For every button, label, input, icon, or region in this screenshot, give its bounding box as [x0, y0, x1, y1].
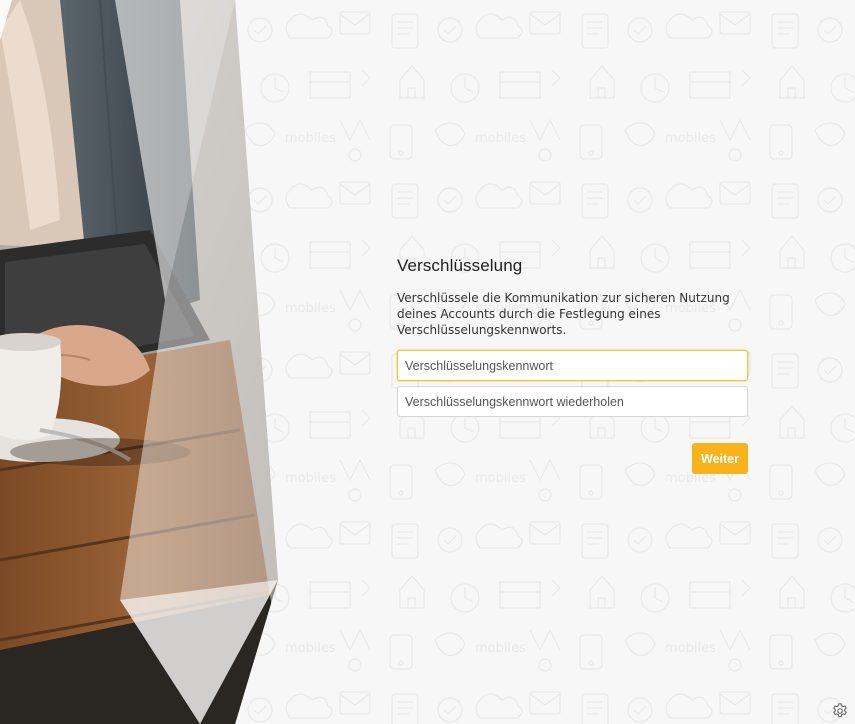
gear-icon[interactable]: [831, 702, 849, 720]
next-button[interactable]: Weiter: [692, 443, 748, 474]
hero-photo: [0, 0, 290, 724]
page-title: Verschlüsselung: [397, 256, 523, 275]
form-description: Verschlüssele die Kommunikation zur sich…: [397, 291, 730, 337]
encryption-password-repeat-input[interactable]: [397, 386, 748, 417]
encryption-password-input[interactable]: [397, 350, 748, 381]
form-actions: Weiter: [397, 443, 748, 474]
encryption-form: Verschlüsselung Verschlüssele die Kommun…: [397, 256, 748, 474]
login-encryption-screen: mobiles: [0, 0, 855, 724]
